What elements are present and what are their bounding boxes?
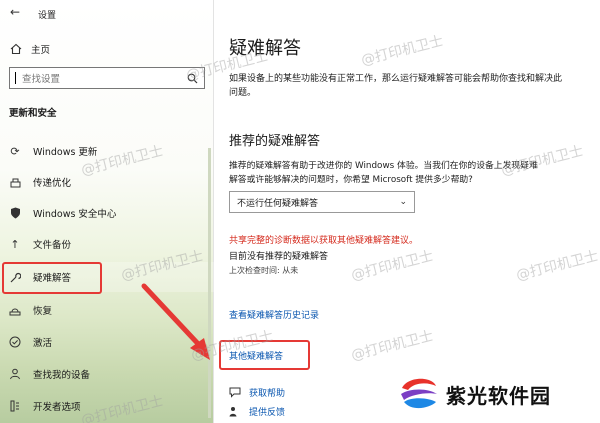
sidebar-item-label: 开发者选项 xyxy=(33,402,81,413)
sidebar-item-label: Windows 更新 xyxy=(33,147,98,158)
troubleshoot-preference-select[interactable]: 不运行任何疑难解答 ⌄ xyxy=(229,191,415,213)
get-help-link[interactable]: 获取帮助 xyxy=(229,386,285,399)
sidebar-item-windows-security[interactable]: Windows 安全中心 xyxy=(0,198,214,228)
selection-highlight xyxy=(2,262,102,294)
brand-swirl-icon xyxy=(401,378,437,409)
sidebar-item-label: 文件备份 xyxy=(33,240,72,251)
developer-tools-icon xyxy=(9,400,21,412)
sidebar-item-label: 激活 xyxy=(33,338,53,349)
diagnostic-data-link[interactable]: 共享完整的诊断数据以获取其他疑难解答建议。 xyxy=(229,233,418,246)
window-title: 设置 xyxy=(38,11,57,21)
person-location-icon xyxy=(9,368,21,380)
give-feedback-label: 提供反馈 xyxy=(249,408,286,418)
brand-name: 紫光软件园 xyxy=(446,383,551,408)
home-icon xyxy=(10,43,22,55)
activation-check-icon xyxy=(9,336,21,348)
main-content: 疑难解答 如果设备上的某些功能没有正常工作，那么运行疑难解答可能会帮助你查找和解… xyxy=(215,0,600,423)
select-value: 不运行任何疑难解答 xyxy=(237,198,319,209)
search-placeholder: 查找设置 xyxy=(22,74,61,85)
page-description: 如果设备上的某些功能没有正常工作，那么运行疑难解答可能会帮助你查找和解决此问题。 xyxy=(229,74,563,98)
no-recommended-text: 目前没有推荐的疑难解答 xyxy=(229,252,329,262)
search-input[interactable]: 查找设置 xyxy=(9,67,205,89)
sidebar-item-label: 查找我的设备 xyxy=(33,370,91,381)
give-feedback-link[interactable]: 提供反馈 xyxy=(229,405,285,418)
home-label: 主页 xyxy=(31,45,51,56)
back-arrow-icon[interactable]: ← xyxy=(10,5,20,19)
troubleshoot-history-link[interactable]: 查看疑难解答历史记录 xyxy=(229,308,319,321)
text-caret xyxy=(15,72,16,84)
sync-icon: ⟳ xyxy=(10,144,20,158)
delivery-icon xyxy=(9,176,21,188)
sidebar-item-label: Windows 安全中心 xyxy=(33,209,117,220)
sidebar-home[interactable]: 主页 xyxy=(10,42,50,56)
sidebar-item-label: 传递优化 xyxy=(33,178,72,189)
section-heading: 更新和安全 xyxy=(9,108,57,119)
chevron-down-icon: ⌄ xyxy=(399,197,407,207)
help-chat-icon xyxy=(229,387,241,398)
last-checked-text: 上次检查时间: 从未 xyxy=(229,266,299,275)
feedback-person-icon xyxy=(229,407,237,417)
recommended-heading: 推荐的疑难解答 xyxy=(229,134,321,149)
shield-icon xyxy=(9,207,21,219)
sidebar-item-label: 恢复 xyxy=(33,306,53,317)
backup-arrow-icon: ↑ xyxy=(10,237,20,251)
get-help-label: 获取帮助 xyxy=(249,389,286,399)
recommended-description: 推荐的疑难解答有助于改进你的 Windows 体验。当我们在你的设备上发现疑难解… xyxy=(229,161,538,185)
recovery-icon xyxy=(9,304,21,316)
brand-logo: 紫光软件园 xyxy=(398,374,551,414)
